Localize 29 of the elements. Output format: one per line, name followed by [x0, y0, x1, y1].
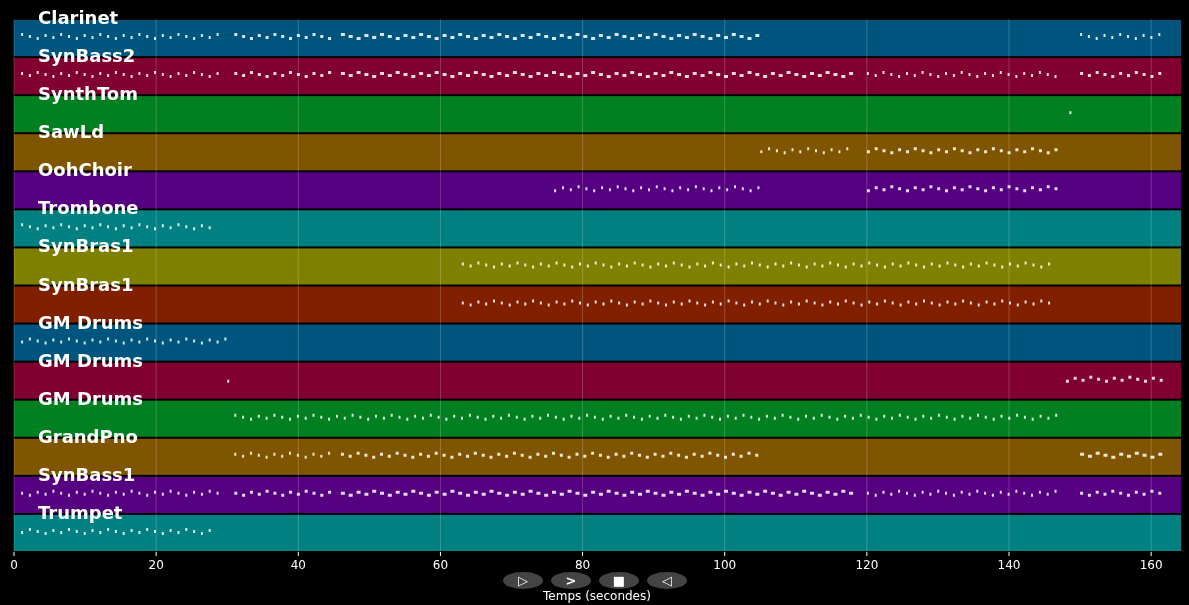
- playback-button[interactable]: ◁: [647, 572, 687, 589]
- track-label: GM Drums: [38, 349, 144, 371]
- tick-label: 80: [574, 558, 591, 572]
- tick-label: 20: [148, 558, 164, 572]
- track-label: GM Drums: [38, 311, 144, 333]
- track-label: GM Drums: [38, 387, 144, 409]
- track-label: Trombone: [38, 197, 139, 219]
- tick-label: 160: [1139, 558, 1163, 572]
- track-label: SynthTom: [38, 83, 138, 105]
- track-label: SynBass2: [38, 45, 136, 67]
- note-marks: [1069, 111, 1072, 115]
- tick-label: 40: [290, 558, 306, 572]
- track-label: Clarinet: [38, 7, 119, 28]
- axis-label: Temps (secondes): [543, 589, 651, 603]
- playback-button[interactable]: >: [551, 572, 591, 589]
- playback-button[interactable]: ■: [599, 572, 639, 589]
- track-label: SynBass1: [38, 463, 136, 485]
- tick-label: 100: [713, 558, 737, 572]
- track-label: SynBras1: [38, 273, 134, 295]
- tick-label: 0: [10, 558, 18, 572]
- track-label: Trumpet: [38, 501, 123, 523]
- playback-button[interactable]: ▷: [503, 572, 543, 589]
- tick-label: 120: [855, 558, 879, 572]
- track-label: SawLd: [38, 121, 105, 143]
- track-label: GrandPno: [38, 425, 138, 447]
- tick-label: 60: [432, 558, 449, 572]
- track-label: SynBras1: [38, 235, 134, 257]
- tick-label: 140: [997, 558, 1021, 572]
- track-label: OohChoir: [38, 159, 132, 181]
